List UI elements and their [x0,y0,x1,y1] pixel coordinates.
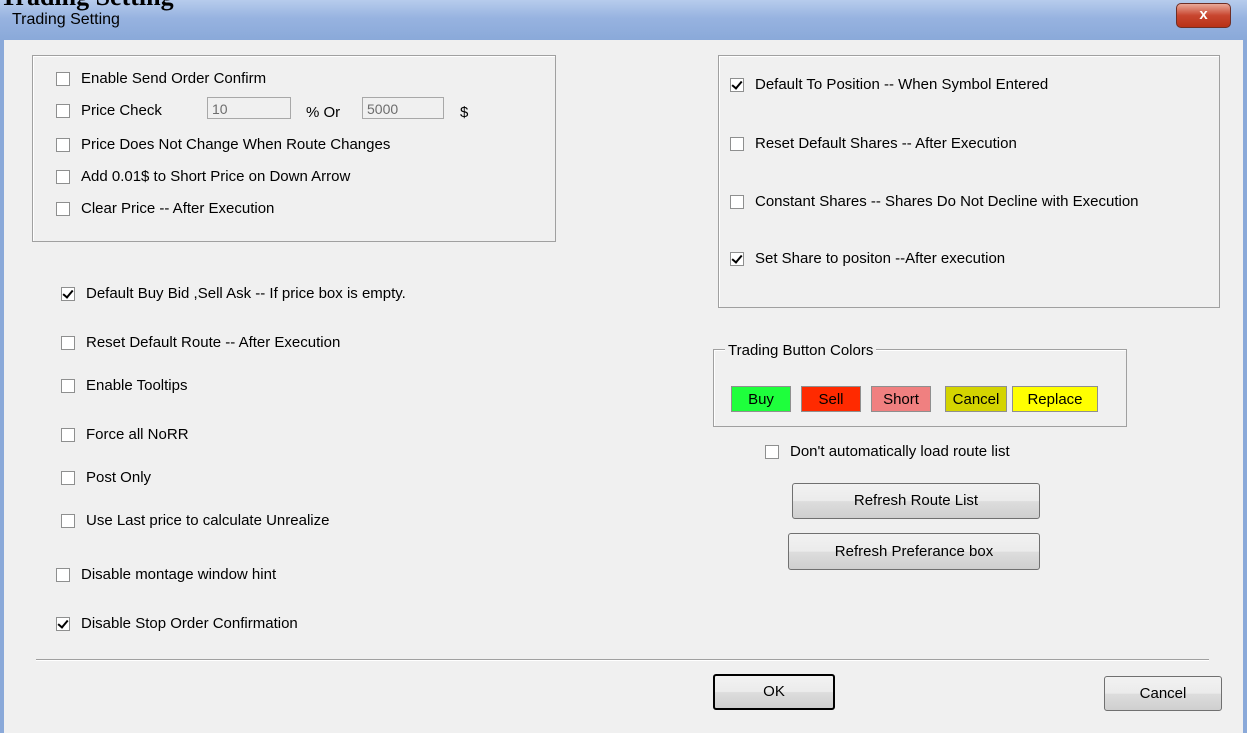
footer-separator [36,659,1209,661]
checkbox-box[interactable] [730,136,744,151]
enable-send-order-confirm-checkbox[interactable]: Enable Send Order Confirm [56,70,266,87]
trading-button-colors-title: Trading Button Colors [725,342,877,359]
checkbox-box[interactable] [730,77,744,92]
post-only-checkbox[interactable]: Post Only [61,469,151,486]
checkbox-label: Reset Default Shares -- After Execution [755,135,1017,152]
set-share-to-position-checkbox[interactable]: Set Share to positon --After execution [730,250,1005,267]
refresh-preference-box-button[interactable]: Refresh Preferance box [788,533,1040,570]
add-short-price-checkbox[interactable]: Add 0.01$ to Short Price on Down Arrow [56,168,350,185]
checkbox-label: Don't automatically load route list [790,443,1010,460]
short-color-button[interactable]: Short [871,386,931,412]
checkbox-box[interactable] [56,201,70,216]
percent-or-label: % Or [306,104,341,121]
price-check-checkbox[interactable]: Price Check [56,102,162,119]
checkbox-box[interactable] [61,335,75,350]
sell-color-button[interactable]: Sell [801,386,861,412]
disable-montage-hint-checkbox[interactable]: Disable montage window hint [56,566,276,583]
checkbox-label: Add 0.01$ to Short Price on Down Arrow [81,168,351,185]
clear-price-checkbox[interactable]: Clear Price -- After Execution [56,200,274,217]
checkbox-box[interactable] [56,616,70,631]
checkbox-box[interactable] [730,194,744,209]
close-button[interactable]: x [1176,3,1231,28]
checkbox-label: Price Check [81,102,162,119]
reset-default-route-checkbox[interactable]: Reset Default Route -- After Execution [61,334,340,351]
price-no-change-route-checkbox[interactable]: Price Does Not Change When Route Changes [56,136,390,153]
checkbox-label: Disable Stop Order Confirmation [81,615,298,632]
checkbox-label: Enable Send Order Confirm [81,70,267,87]
checkbox-box[interactable] [61,286,75,301]
window-title: Trading Setting [12,11,120,28]
checkbox-label: Price Does Not Change When Route Changes [81,136,391,153]
checkbox-box[interactable] [56,169,70,184]
force-all-norr-checkbox[interactable]: Force all NoRR [61,426,189,443]
disable-stop-order-confirm-checkbox[interactable]: Disable Stop Order Confirmation [56,615,298,632]
checkbox-box[interactable] [61,513,75,528]
title-bar: Trading Setting Trading Setting x [0,0,1247,40]
checkbox-label: Force all NoRR [86,426,189,443]
checkbox-box[interactable] [730,251,744,266]
cancel-color-button[interactable]: Cancel [945,386,1007,412]
reset-default-shares-checkbox[interactable]: Reset Default Shares -- After Execution [730,135,1017,152]
price-check-percent-field[interactable]: 10 [207,97,291,119]
checkbox-label: Reset Default Route -- After Execution [86,334,341,351]
enable-tooltips-checkbox[interactable]: Enable Tooltips [61,377,187,394]
cancel-button[interactable]: Cancel [1104,676,1222,711]
checkbox-label: Default To Position -- When Symbol Enter… [755,76,1049,93]
refresh-route-list-button[interactable]: Refresh Route List [792,483,1040,519]
default-buy-bid-checkbox[interactable]: Default Buy Bid ,Sell Ask -- If price bo… [61,285,406,302]
ok-button[interactable]: OK [713,674,835,710]
checkbox-label: Constant Shares -- Shares Do Not Decline… [755,193,1139,210]
checkbox-label: Use Last price to calculate Unrealize [86,512,330,529]
checkbox-box[interactable] [56,567,70,582]
window-frame-right [1243,40,1247,733]
checkbox-box[interactable] [61,470,75,485]
checkbox-label: Clear Price -- After Execution [81,200,275,217]
use-last-price-checkbox[interactable]: Use Last price to calculate Unrealize [61,512,329,529]
replace-color-button[interactable]: Replace [1012,386,1098,412]
checkbox-box[interactable] [61,427,75,442]
checkbox-box[interactable] [765,444,779,459]
price-check-dollar-field[interactable]: 5000 [362,97,444,119]
checkbox-label: Enable Tooltips [86,377,188,394]
checkbox-box[interactable] [61,378,75,393]
checkbox-label: Default Buy Bid ,Sell Ask -- If price bo… [86,285,406,302]
constant-shares-checkbox[interactable]: Constant Shares -- Shares Do Not Decline… [730,193,1139,210]
checkbox-box[interactable] [56,137,70,152]
checkbox-label: Post Only [86,469,152,486]
dollar-label: $ [460,104,469,121]
checkbox-label: Set Share to positon --After execution [755,250,1006,267]
buy-color-button[interactable]: Buy [731,386,791,412]
default-to-position-checkbox[interactable]: Default To Position -- When Symbol Enter… [730,76,1048,93]
checkbox-box[interactable] [56,71,70,86]
checkbox-label: Disable montage window hint [81,566,277,583]
checkbox-box[interactable] [56,103,70,118]
dont-auto-load-route-checkbox[interactable]: Don't automatically load route list [765,443,1010,460]
